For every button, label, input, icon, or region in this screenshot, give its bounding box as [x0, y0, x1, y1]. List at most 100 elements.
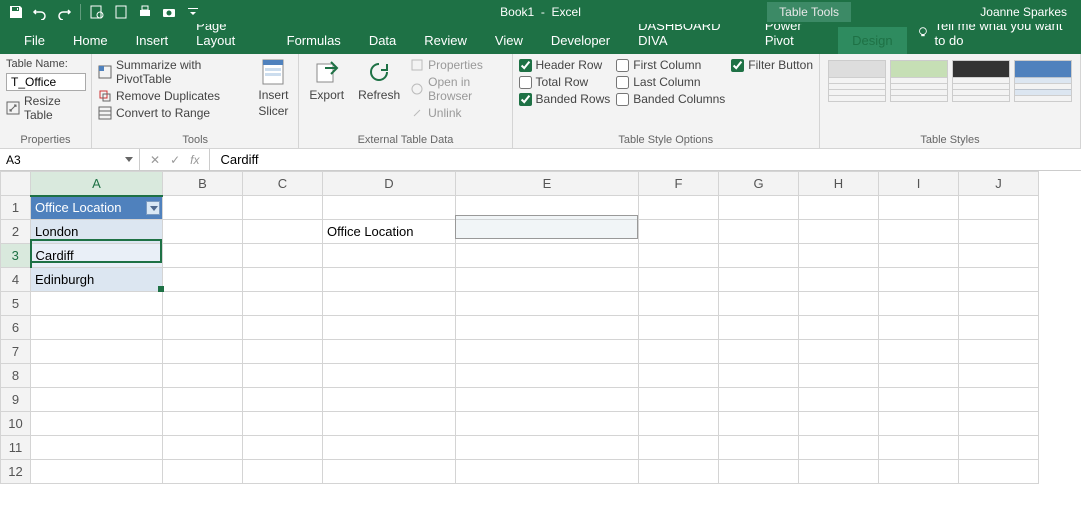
row-header[interactable]: 10 [1, 412, 31, 436]
cell-I5[interactable] [879, 292, 959, 316]
cell-D4[interactable] [323, 268, 456, 292]
row-header[interactable]: 6 [1, 316, 31, 340]
tab-file[interactable]: File [10, 27, 59, 54]
cell-I7[interactable] [879, 340, 959, 364]
print-preview-icon[interactable] [89, 4, 105, 20]
cell-C1[interactable] [243, 196, 323, 220]
style-thumb[interactable] [1014, 60, 1072, 102]
cell-E2[interactable] [456, 220, 639, 244]
resize-table-button[interactable]: Resize Table [6, 94, 85, 122]
style-thumb[interactable] [828, 60, 886, 102]
cell-E6[interactable] [456, 316, 639, 340]
cell-E1[interactable] [456, 196, 639, 220]
cell-C11[interactable] [243, 436, 323, 460]
cell-F5[interactable] [639, 292, 719, 316]
row-header[interactable]: 3 [1, 244, 31, 268]
cell-J12[interactable] [959, 460, 1039, 484]
cell-E5[interactable] [456, 292, 639, 316]
cell-B2[interactable] [163, 220, 243, 244]
cell-D3[interactable] [323, 244, 456, 268]
cell-I12[interactable] [879, 460, 959, 484]
select-all-corner[interactable] [1, 172, 31, 196]
cell-D11[interactable] [323, 436, 456, 460]
cell-E11[interactable] [456, 436, 639, 460]
column-header[interactable]: I [879, 172, 959, 196]
cell-H8[interactable] [799, 364, 879, 388]
cell-G7[interactable] [719, 340, 799, 364]
cell-J7[interactable] [959, 340, 1039, 364]
column-header[interactable]: G [719, 172, 799, 196]
cell-C12[interactable] [243, 460, 323, 484]
cell-J11[interactable] [959, 436, 1039, 460]
cell-F9[interactable] [639, 388, 719, 412]
cell-G8[interactable] [719, 364, 799, 388]
cell-H10[interactable] [799, 412, 879, 436]
table-name-input[interactable] [6, 73, 86, 91]
cell-G6[interactable] [719, 316, 799, 340]
cell-J2[interactable] [959, 220, 1039, 244]
cell-H11[interactable] [799, 436, 879, 460]
cell-F3[interactable] [639, 244, 719, 268]
name-box[interactable]: A3 [0, 149, 140, 170]
cell-G3[interactable] [719, 244, 799, 268]
camera-icon[interactable] [161, 4, 177, 20]
insert-slicer-button[interactable]: Insert Slicer [254, 58, 292, 132]
tab-data[interactable]: Data [355, 27, 410, 54]
export-button[interactable]: Export [305, 58, 348, 132]
fill-handle[interactable] [158, 286, 164, 292]
tab-formulas[interactable]: Formulas [273, 27, 355, 54]
row-header[interactable]: 11 [1, 436, 31, 460]
cell-A12[interactable] [31, 460, 163, 484]
row-header[interactable]: 8 [1, 364, 31, 388]
cell-D8[interactable] [323, 364, 456, 388]
row-header[interactable]: 12 [1, 460, 31, 484]
column-header[interactable]: E [456, 172, 639, 196]
cell-B6[interactable] [163, 316, 243, 340]
cell-H7[interactable] [799, 340, 879, 364]
cell-F2[interactable] [639, 220, 719, 244]
cell-A7[interactable] [31, 340, 163, 364]
summarize-pivot-button[interactable]: Summarize with PivotTable [98, 58, 248, 86]
cell-I2[interactable] [879, 220, 959, 244]
filter-dropdown-icon[interactable] [146, 201, 160, 215]
cell-J3[interactable] [959, 244, 1039, 268]
row-header[interactable]: 9 [1, 388, 31, 412]
cell-B1[interactable] [163, 196, 243, 220]
cell-B5[interactable] [163, 292, 243, 316]
chk-total-row[interactable]: Total Row [519, 75, 611, 89]
cell-H3[interactable] [799, 244, 879, 268]
column-header[interactable]: F [639, 172, 719, 196]
column-header[interactable]: B [163, 172, 243, 196]
chk-banded-rows[interactable]: Banded Rows [519, 92, 611, 106]
cell-C8[interactable] [243, 364, 323, 388]
cell-D9[interactable] [323, 388, 456, 412]
cell-A11[interactable] [31, 436, 163, 460]
chk-first-column[interactable]: First Column [616, 58, 725, 72]
cell-C4[interactable] [243, 268, 323, 292]
tab-design[interactable]: Design [838, 27, 906, 54]
column-header[interactable]: H [799, 172, 879, 196]
formula-value[interactable]: Cardiff [210, 149, 1081, 170]
row-header[interactable]: 4 [1, 268, 31, 292]
new-file-icon[interactable] [113, 4, 129, 20]
tab-home[interactable]: Home [59, 27, 122, 54]
tab-view[interactable]: View [481, 27, 537, 54]
chk-last-column[interactable]: Last Column [616, 75, 725, 89]
cell-E12[interactable] [456, 460, 639, 484]
column-header[interactable]: A [31, 172, 163, 196]
cell-C3[interactable] [243, 244, 323, 268]
styles-gallery[interactable] [826, 58, 1074, 104]
cell-J9[interactable] [959, 388, 1039, 412]
cell-E4[interactable] [456, 268, 639, 292]
cell-H1[interactable] [799, 196, 879, 220]
tab-review[interactable]: Review [410, 27, 481, 54]
cell-J6[interactable] [959, 316, 1039, 340]
cell-F6[interactable] [639, 316, 719, 340]
cell-C7[interactable] [243, 340, 323, 364]
cell-G9[interactable] [719, 388, 799, 412]
cell-G11[interactable] [719, 436, 799, 460]
cell-I1[interactable] [879, 196, 959, 220]
cell-F7[interactable] [639, 340, 719, 364]
cell-F11[interactable] [639, 436, 719, 460]
cell-I10[interactable] [879, 412, 959, 436]
